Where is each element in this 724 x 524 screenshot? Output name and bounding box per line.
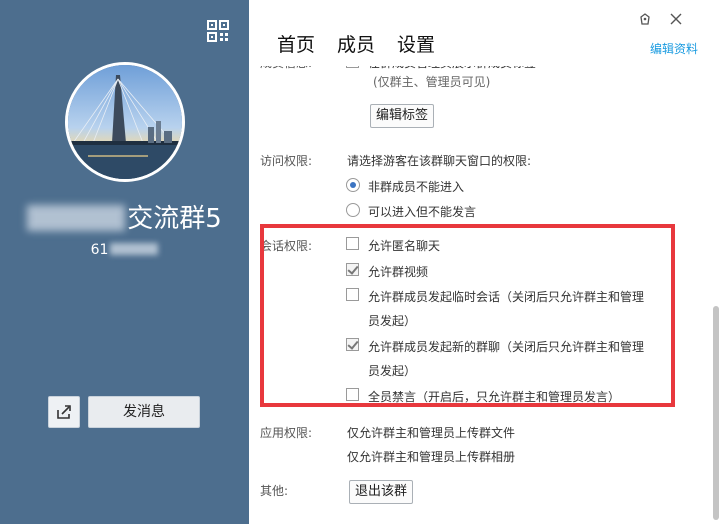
quit-group-button[interactable]: 退出该群	[349, 480, 413, 504]
tab-home[interactable]: 首页	[277, 30, 315, 57]
send-message-button[interactable]: 发消息	[88, 396, 200, 428]
redacted-id-part	[110, 243, 159, 255]
share-icon	[57, 405, 71, 419]
share-button[interactable]	[48, 396, 80, 428]
upload-album-text[interactable]: 仅允许群主和管理员上传群相册	[347, 448, 515, 465]
radio-enter-no-speak-label: 可以进入但不能发言	[368, 205, 477, 219]
app-permission-label: 应用权限:	[260, 426, 313, 440]
avatar-bridge-image	[68, 65, 182, 179]
group-name-text: 交流群5	[127, 204, 222, 234]
group-id-text: 61	[90, 242, 109, 258]
close-icon[interactable]	[670, 13, 682, 25]
visit-permission-label: 访问权限:	[260, 154, 313, 168]
visit-permission-prompt: 请选择游客在该群聊天窗口的权限:	[347, 154, 532, 168]
group-id: 61	[0, 242, 249, 258]
radio-enter-no-speak[interactable]	[346, 203, 360, 217]
session-permission-highlight	[260, 224, 675, 407]
qr-code-icon[interactable]	[207, 20, 229, 42]
group-avatar[interactable]	[65, 62, 185, 182]
radio-no-entry[interactable]	[346, 178, 360, 192]
group-profile-panel: 交流群5 61 发消息	[0, 0, 249, 524]
skin-icon[interactable]	[638, 12, 652, 26]
tab-bar: 首页 成员 设置	[277, 30, 435, 57]
member-tag-note: (仅群主、管理员可见)	[373, 75, 491, 89]
edit-profile-link[interactable]: 编辑资料	[650, 40, 698, 57]
upload-files-text[interactable]: 仅允许群主和管理员上传群文件	[347, 424, 515, 441]
other-label: 其他:	[260, 484, 289, 498]
scroll-clip	[249, 58, 711, 66]
tab-settings[interactable]: 设置	[397, 30, 435, 57]
radio-no-entry-label: 非群成员不能进入	[368, 180, 465, 194]
redacted-name-part	[27, 205, 126, 231]
edit-tags-button[interactable]: 编辑标签	[370, 104, 434, 128]
scrollbar-thumb[interactable]	[713, 306, 719, 520]
tab-members[interactable]: 成员	[337, 30, 375, 57]
group-name: 交流群5	[0, 198, 249, 235]
